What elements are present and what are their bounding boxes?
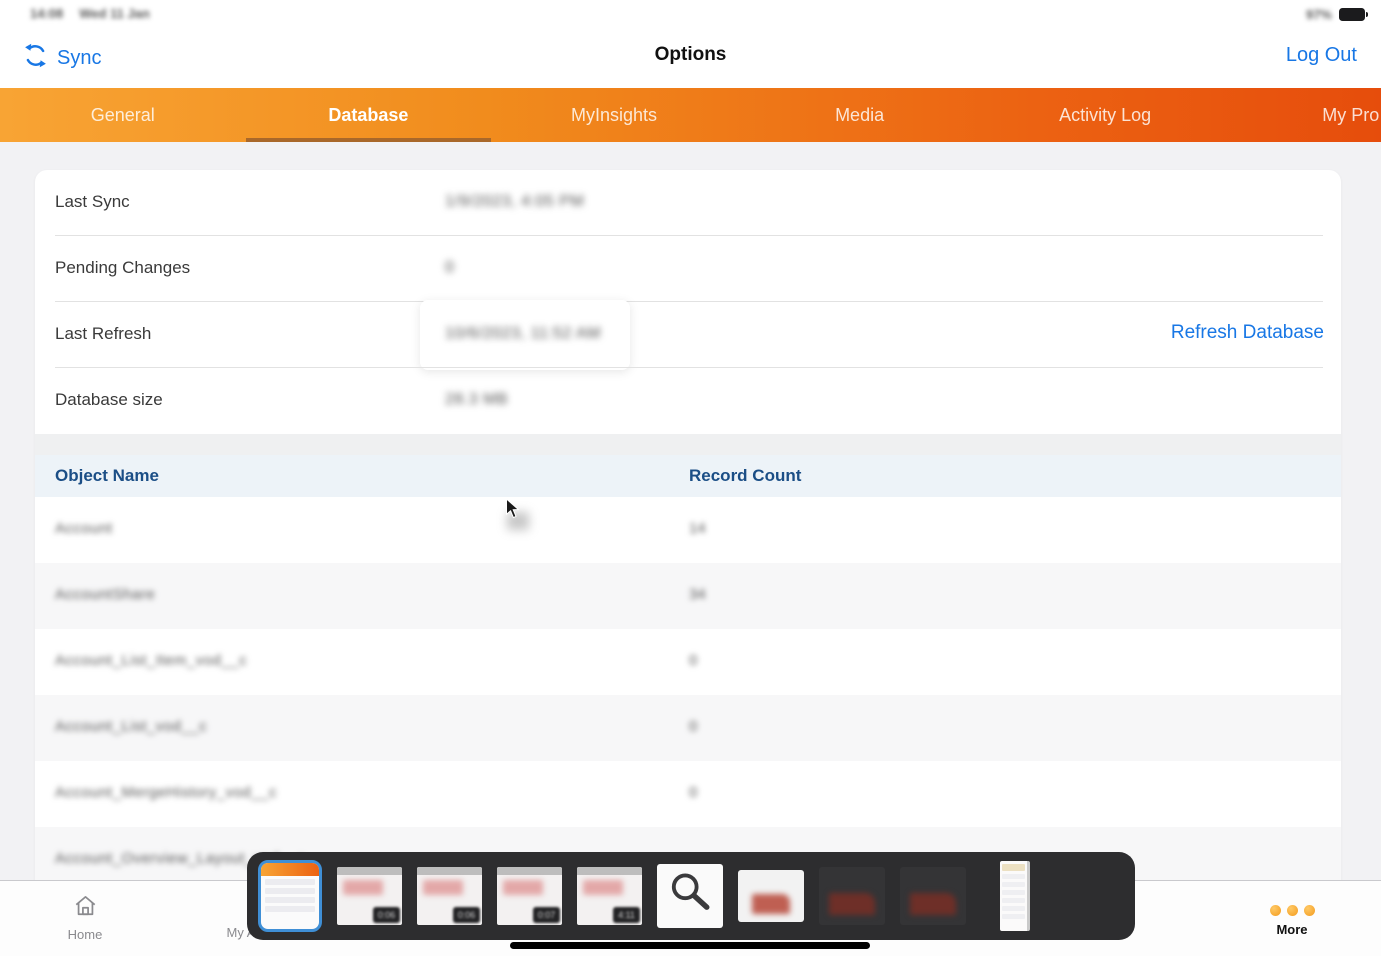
- mouse-cursor: [505, 498, 523, 525]
- table-row[interactable]: Account_MergeHistory_vod__c 0: [35, 761, 1341, 827]
- last-sync-label: Last Sync: [55, 192, 130, 212]
- record-count: 14: [689, 520, 706, 537]
- battery-icon: [1339, 8, 1365, 21]
- tab-media-label: Media: [835, 105, 884, 126]
- database-size-value: 28.3 MB: [445, 391, 508, 409]
- refresh-database-button[interactable]: Refresh Database: [1171, 322, 1324, 344]
- status-bar: 14:08 Wed 11 Jan 97%: [0, 0, 1381, 28]
- magnifier-icon: [666, 870, 714, 923]
- logout-button[interactable]: Log Out: [1286, 44, 1357, 67]
- more-label: More: [1247, 922, 1337, 937]
- tab-my-profile-label: My Pro: [1322, 105, 1379, 126]
- chart-blob: [752, 894, 790, 914]
- pending-changes-label: Pending Changes: [55, 258, 190, 278]
- duration-badge: 0:07: [533, 907, 560, 923]
- pending-changes-value: 0: [445, 259, 454, 277]
- tab-activity-log-label: Activity Log: [1059, 105, 1151, 126]
- column-object-name: Object Name: [55, 466, 159, 486]
- database-size-label: Database size: [55, 390, 163, 410]
- record-count: 34: [689, 586, 706, 603]
- object-name: AccountShare: [55, 586, 155, 603]
- thumbnail-chart-dark-2[interactable]: [900, 867, 966, 925]
- column-record-count: Record Count: [689, 466, 801, 486]
- mini-orange-header: [261, 863, 319, 876]
- tab-myinsights-label: MyInsights: [571, 105, 657, 126]
- thumbnail-chart-light[interactable]: [738, 870, 804, 922]
- tab-my-profile[interactable]: My Pro: [1228, 88, 1381, 142]
- tab-media[interactable]: Media: [737, 88, 983, 142]
- last-refresh-label: Last Refresh: [55, 324, 151, 344]
- thumbnail-current-screen[interactable]: [258, 860, 322, 932]
- thumbnail-chart-dark-1[interactable]: [819, 867, 885, 925]
- home-label: Home: [40, 927, 130, 942]
- options-screen: 14:08 Wed 11 Jan 97% Sync Options: [0, 0, 1381, 956]
- options-tab-bar: General Database MyInsights Media Activi…: [0, 88, 1381, 142]
- section-separator: [35, 434, 1341, 455]
- status-date: Wed 11 Jan: [79, 6, 150, 21]
- database-info-card: Last Sync 1/9/2023, 4:05 PM Pending Chan…: [35, 170, 1341, 880]
- duration-badge: 4:11: [613, 907, 640, 923]
- bottom-tab-home[interactable]: Home: [40, 893, 130, 942]
- home-icon: [72, 906, 99, 923]
- object-table: Account 14 AccountShare 34 Account_List_…: [35, 497, 1341, 880]
- nav-bar: Sync Options Log Out: [0, 28, 1381, 88]
- object-name: Account: [55, 520, 113, 537]
- record-count: 0: [689, 652, 697, 669]
- object-name: Account_List_Item_vod__c: [55, 652, 247, 669]
- table-row[interactable]: Account_List_Item_vod__c 0: [35, 629, 1341, 695]
- home-indicator[interactable]: [510, 942, 870, 949]
- last-refresh-value: 10/6/2023, 11:52 AM: [445, 325, 601, 343]
- bottom-tab-more[interactable]: More: [1247, 893, 1337, 937]
- tab-general-label: General: [91, 105, 155, 126]
- duration-badge: 0:06: [453, 907, 480, 923]
- tab-activity-log[interactable]: Activity Log: [982, 88, 1228, 142]
- table-row[interactable]: Account 14: [35, 497, 1341, 563]
- status-time-date: 14:08 Wed 11 Jan: [30, 6, 150, 21]
- tab-database-label: Database: [328, 105, 408, 126]
- table-row[interactable]: Account_List_vod__c 0: [35, 695, 1341, 761]
- record-count: 0: [689, 718, 697, 735]
- table-row[interactable]: AccountShare 34: [35, 563, 1341, 629]
- chart-blob: [910, 893, 956, 915]
- object-table-header: Object Name Record Count: [35, 455, 1341, 497]
- thumbnail-portrait[interactable]: [1000, 861, 1030, 931]
- status-time: 14:08: [30, 6, 63, 21]
- last-sync-row: Last Sync 1/9/2023, 4:05 PM: [35, 170, 1341, 236]
- page-title: Options: [0, 44, 1381, 66]
- duration-badge: 0:06: [373, 907, 400, 923]
- object-name: Account_List_vod__c: [55, 718, 207, 735]
- status-indicators: 97%: [1306, 7, 1365, 22]
- chart-blob: [829, 893, 875, 915]
- tab-database[interactable]: Database: [246, 88, 492, 142]
- last-sync-value: 1/9/2023, 4:05 PM: [445, 193, 584, 211]
- object-name: Account_MergeHistory_vod__c: [55, 784, 277, 801]
- thumbnail-magnifier[interactable]: [657, 864, 723, 928]
- tab-general[interactable]: General: [0, 88, 246, 142]
- last-refresh-row: Last Refresh 10/6/2023, 11:52 AM: [35, 302, 1341, 368]
- more-dots-icon: [1247, 901, 1337, 919]
- pending-changes-row: Pending Changes 0: [35, 236, 1341, 302]
- thumbnail-video-4[interactable]: 4:11: [577, 867, 642, 925]
- thumbnail-video-3[interactable]: 0:07: [497, 867, 562, 925]
- record-count: 0: [689, 784, 697, 801]
- thumbnail-video-2[interactable]: 0:06: [417, 867, 482, 925]
- thumbnail-dock: 0:06 0:06 0:07 4:11: [247, 852, 1135, 940]
- thumbnail-video-1[interactable]: 0:06: [337, 867, 402, 925]
- database-size-row: Database size 28.3 MB: [35, 368, 1341, 434]
- tab-myinsights[interactable]: MyInsights: [491, 88, 737, 142]
- battery-percent: 97%: [1306, 7, 1332, 22]
- content-area: Last Sync 1/9/2023, 4:05 PM Pending Chan…: [0, 142, 1381, 880]
